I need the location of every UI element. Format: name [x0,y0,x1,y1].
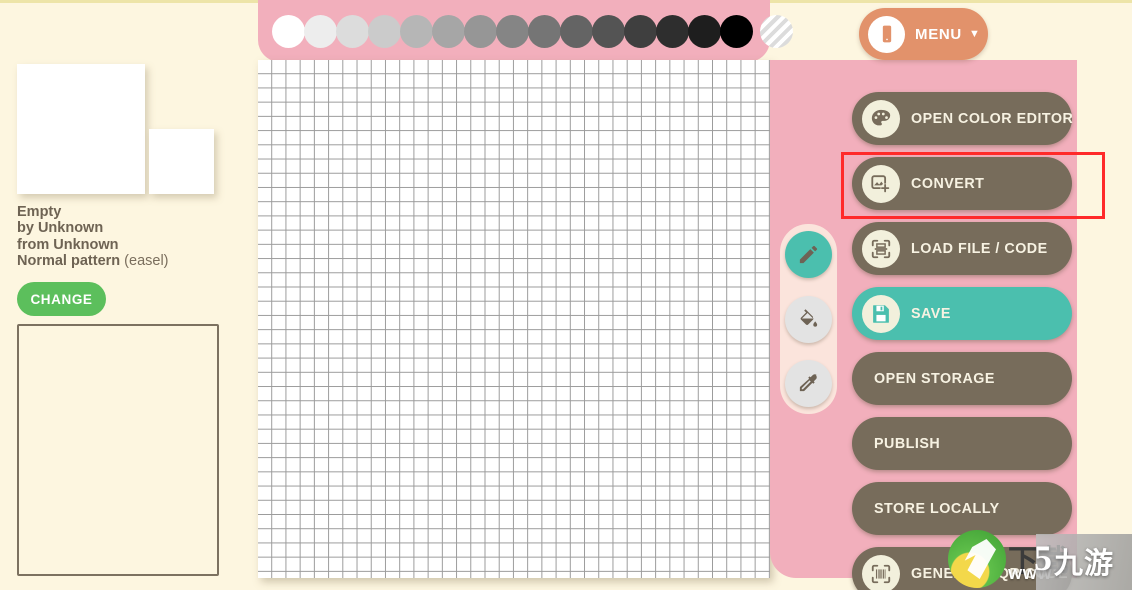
menu-item-label: SAVE [911,305,951,322]
canvas-grid[interactable] [258,60,770,578]
menu-item-list: OPEN COLOR EDITOR CONVERT LOAD FILE / CODE… [852,92,1074,590]
palette-icon [862,99,900,138]
left-sidebar: Empty by Unknown from Unknown Normal pat… [0,0,258,590]
menu-button-label: MENU [915,25,962,43]
menu-item-publish[interactable]: PUBLISH [852,417,1072,470]
color-swatch-8[interactable] [528,14,561,48]
color-swatch-6[interactable] [464,14,497,48]
eyedropper-tool[interactable] [785,360,832,407]
eyedropper-icon [799,374,817,392]
tool-dock [780,224,837,414]
watermark: 下载 WWW 5 九游 [948,528,1132,590]
color-swatch-5[interactable] [432,14,465,48]
artwork-author: by Unknown [17,220,104,237]
color-swatch-10[interactable] [592,14,625,48]
mobile-phone-icon [868,15,905,53]
watermark-brand-latin: 5 [1034,538,1052,578]
menu-item-label: OPEN STORAGE [874,370,995,387]
color-swatch-11[interactable] [624,14,657,48]
watermark-brand-cn: 九游 [1054,546,1115,580]
color-palette-bar [258,0,793,62]
chevron-down-icon: ▼ [968,28,980,40]
color-swatch-13[interactable] [688,14,721,48]
color-swatch-0[interactable] [272,14,305,48]
color-swatch-4[interactable] [400,14,433,48]
empty-detail-box [17,324,219,576]
scan-frame-icon [862,229,900,268]
menu-dropdown-button[interactable]: MENU ▼ [859,8,988,60]
watermark-logo-icon [948,530,1006,588]
drawing-canvas[interactable] [258,60,770,578]
color-swatch-transparent[interactable] [760,14,793,48]
artwork-metadata: Empty by Unknown from Unknown Normal pat… [17,204,247,270]
pattern-suffix: (easel) [124,253,169,270]
color-swatch-1[interactable] [304,14,337,48]
color-swatch-9[interactable] [560,14,593,48]
fill-tool[interactable] [785,295,832,343]
color-swatch-3[interactable] [368,14,401,48]
artwork-title: Empty [17,204,62,220]
barcode-icon [862,554,900,590]
watermark-leaf-shape [964,539,996,579]
pattern-label: Normal pattern [17,253,121,270]
paint-bucket-icon [800,308,818,327]
add-image-icon [862,164,900,203]
menu-item-label: STORE LOCALLY [874,500,1000,517]
menu-item-label: OPEN COLOR EDITOR [911,110,1074,127]
menu-item-save[interactable]: SAVE [852,287,1072,340]
color-swatch-7[interactable] [496,14,529,48]
pencil-icon [799,245,818,264]
menu-item-label: CONVERT [911,175,985,192]
color-swatch-12[interactable] [656,14,689,48]
preview-large[interactable] [17,64,145,194]
color-swatch-14[interactable] [720,14,753,48]
change-button[interactable]: CHANGE [17,282,106,316]
preview-small[interactable] [149,129,214,194]
artwork-pattern: Normal pattern (easel) [17,253,247,269]
floppy-disk-icon [862,294,900,333]
menu-item-convert[interactable]: CONVERT [852,157,1072,210]
menu-item-label: LOAD FILE / CODE [911,240,1048,257]
menu-item-open-storage[interactable]: OPEN STORAGE [852,352,1072,405]
color-swatch-2[interactable] [336,14,369,48]
menu-item-open-color-editor[interactable]: OPEN COLOR EDITOR [852,92,1074,145]
artwork-source: from Unknown [17,236,119,253]
menu-item-load-file-code[interactable]: LOAD FILE / CODE [852,222,1072,275]
pencil-tool[interactable] [785,231,832,278]
menu-item-label: PUBLISH [874,435,941,452]
